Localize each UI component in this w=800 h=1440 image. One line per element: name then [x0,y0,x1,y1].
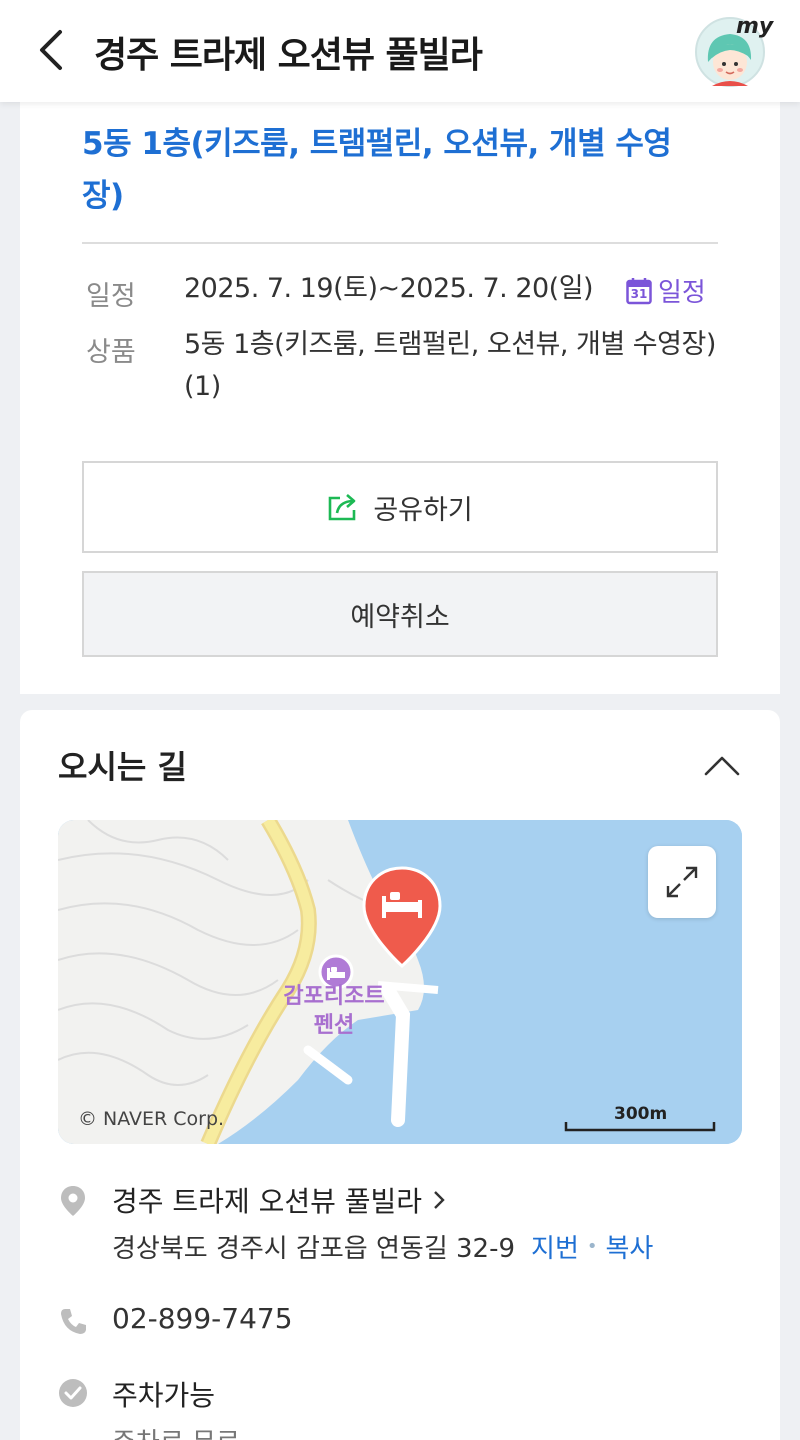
check-circle-icon [59,1379,87,1407]
expand-map-button[interactable] [648,846,716,918]
parking-fee: 주차료 무료 [112,1422,240,1440]
cancel-reservation-button[interactable]: 예약취소 [82,571,718,657]
accommodation-pin-icon[interactable] [360,866,444,970]
map-view[interactable]: 감포리조트 펜션 © NAVER Corp. 300m [58,820,742,1144]
map-copyright: © NAVER Corp. [78,1108,225,1130]
page-title: 경주 트라제 오션뷰 풀빌라 [94,35,483,76]
my-label: my [736,14,774,39]
divider [82,242,718,244]
add-schedule-link[interactable]: 31 일정 [626,272,706,309]
schedule-value: 2025. 7. 19(토)~2025. 7. 20(일) [184,273,594,304]
product-label: 상품 [86,337,136,368]
expand-icon [666,866,698,898]
copy-address-link[interactable]: 복사 [606,1228,654,1265]
poi-label: 감포리조트 펜션 [254,982,414,1040]
parking-status: 주차가능 [112,1379,216,1412]
place-name: 경주 트라제 오션뷰 풀빌라 [112,1185,423,1218]
calendar-icon: 31 [626,277,652,305]
schedule-label: 일정 [86,281,136,312]
booking-card: 5동 1층(키즈룸, 트램펄린, 오션뷰, 개별 수영장) 일정 2025. 7… [20,60,780,694]
chevron-right-icon [434,1191,445,1209]
share-button[interactable]: 공유하기 [82,461,718,553]
address-text: 경상북도 경주시 감포읍 연동길 32-9 [112,1234,516,1264]
jibun-link[interactable]: 지번 [531,1228,579,1265]
directions-card: 오시는 길 감포리조트 펜션 © NAVER Corp. 300m 경주 트라제… [20,710,780,1440]
phone-number[interactable]: 02-899-7475 [112,1302,293,1335]
my-profile-button[interactable]: my [694,14,774,90]
schedule-link-label: 일정 [658,278,706,308]
chevron-up-icon[interactable] [702,750,742,780]
calendar-day: 31 [630,286,648,301]
phone-icon [61,1309,86,1334]
location-pin-icon [61,1186,85,1216]
place-name-link[interactable]: 경주 트라제 오션뷰 풀빌라 [112,1180,446,1220]
poi-label-line2: 펜션 [313,1013,355,1038]
product-title: 5동 1층(키즈룸, 트램펄린, 오션뷰, 개별 수영장) [82,126,672,214]
address-line: 경상북도 경주시 감포읍 연동길 32-9 지번 • 복사 [112,1228,653,1265]
section-title: 오시는 길 [58,748,187,786]
scale-bar [564,1122,716,1132]
poi-label-line1: 감포리조트 [283,984,385,1009]
back-chevron-icon[interactable] [34,28,70,72]
separator-dot: • [586,1236,598,1257]
share-label: 공유하기 [373,494,473,526]
top-header: 경주 트라제 오션뷰 풀빌라 my [0,0,800,102]
cancel-label: 예약취소 [350,601,450,633]
share-icon [329,494,356,521]
product-value: 5동 1층(키즈룸, 트램펄린, 오션뷰, 개별 수영장)(1) [184,329,716,402]
